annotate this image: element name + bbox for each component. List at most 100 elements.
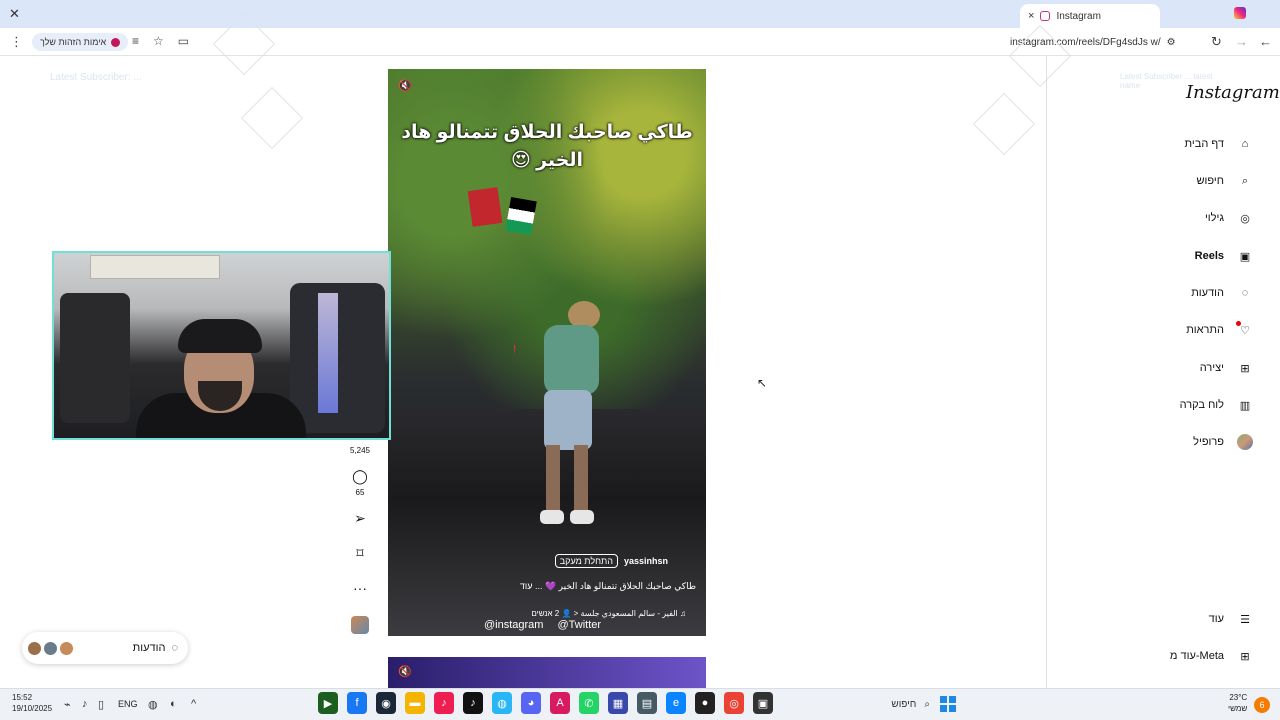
sidebar-item-more[interactable]: עוד ☰ [1209, 610, 1254, 628]
more-options-icon[interactable]: ··· [350, 580, 370, 596]
messages-pill[interactable]: ◌ הודעות [22, 632, 188, 664]
meta-apps-icon: ⊞ [1240, 650, 1250, 663]
like-count: 5,245 [349, 446, 371, 455]
reel-audio[interactable]: ♫ الفير - سالم المسعودي جلسة < 👤 2 אנשים [531, 609, 686, 618]
sidebar-item-dashboard[interactable]: לוח בקרה ▥ [1180, 396, 1254, 414]
sidebar-item-meta[interactable]: עוד מ-Meta ⊞ [1170, 647, 1254, 665]
cam-window [90, 255, 220, 279]
reel-description[interactable]: طاكي صاحبك الحلاق تتمنالو هاد الخير 💜 ..… [520, 581, 696, 592]
instagram-app-icon[interactable] [1234, 7, 1246, 19]
sidebar-item-explore[interactable]: גילוי ◎ [1205, 209, 1254, 227]
search-icon: ⌕ [924, 698, 930, 710]
back-button[interactable]: ← [1259, 34, 1272, 49]
sidepanel-icon[interactable]: ▭ [178, 34, 189, 48]
cam-light [318, 293, 338, 413]
close-window-button[interactable]: ✕ [9, 6, 20, 22]
comment-icon[interactable]: ◯ [350, 468, 370, 485]
messenger-icon: ◌ [1241, 287, 1249, 299]
chrome-app-icon[interactable]: ◎ [724, 692, 744, 714]
messenger-icon: ◌ [171, 642, 178, 654]
save-icon[interactable]: ⌑ [350, 545, 370, 562]
audio-thumbnail[interactable] [351, 616, 369, 634]
taskbar-apps: ▶ f ◉ ▬ ♪ ♪ ◍ ◕ A ✆ ▦ ▤ e ● ◎ ▣ [318, 692, 773, 714]
discord-app-icon[interactable]: ◕ [521, 692, 541, 714]
instagram-logo[interactable]: Instagram [1186, 82, 1280, 103]
username-link[interactable]: yassinhsn [624, 556, 668, 566]
sidebar-item-label: Reels [1194, 250, 1224, 262]
tray-app-icon[interactable]: ◐ [170, 698, 177, 710]
profile-dot-icon [111, 37, 121, 47]
tray-expand-icon[interactable]: ^ [191, 698, 196, 710]
sidebar-item-profile[interactable]: פרופיל [1193, 433, 1254, 451]
forward-button[interactable]: → [1235, 34, 1248, 49]
tiktok-app-icon[interactable]: ♪ [434, 692, 454, 714]
sidebar-item-label: חיפוש [1196, 175, 1224, 187]
mute-icon[interactable]: 🔇 [398, 79, 412, 92]
tiktok-live-app-icon[interactable]: ♪ [463, 692, 483, 714]
calculator-app-icon[interactable]: ▦ [608, 692, 628, 714]
tune-icon[interactable]: ⚙ [1167, 37, 1176, 48]
taskbar-clock[interactable]: 15:52 19/10/2025 [12, 692, 52, 714]
sidebar-item-home[interactable]: דף הבית ⌂ [1185, 135, 1254, 153]
reel-caption-overlay: طاكي صاحبك الحلاق تتمنالو هاد الخير 😍 [401, 122, 693, 171]
facebook-app-icon[interactable]: f [347, 692, 367, 714]
weather-desc: שמשי [1228, 704, 1248, 713]
sidebar-item-create[interactable]: יצירה ⊞ [1200, 359, 1254, 377]
tab-close-icon[interactable]: × [1028, 10, 1034, 22]
tray-mic-icon[interactable]: ◍ [148, 698, 158, 711]
avatar [59, 640, 74, 656]
reel-video[interactable]: طاكي صاحبك الحلاق تتمنالو هاد الخير 😍 🔇 … [388, 69, 706, 636]
sidebar-item-reels[interactable]: Reels ▣ [1195, 247, 1254, 265]
whatsapp-app-icon[interactable]: ✆ [579, 692, 599, 714]
terminal-app-icon[interactable]: ▶ [318, 692, 338, 714]
share-icon[interactable]: ➢ [350, 510, 370, 527]
browser-menu-button[interactable]: ⋮ [10, 34, 23, 50]
sidebar-item-label: דף הבית [1184, 138, 1224, 150]
extensions-icon[interactable]: ≡ [132, 34, 139, 48]
store-app-icon[interactable]: ▤ [637, 692, 657, 714]
edge-app-icon[interactable]: e [666, 692, 686, 714]
reload-button[interactable]: ↻ [1211, 34, 1222, 50]
mouse-cursor-icon: ↖ [757, 376, 768, 390]
tray-device-icon[interactable]: ▯ [98, 698, 104, 711]
taskbar-weather[interactable]: 23°C שמשי [1228, 692, 1247, 714]
twitter-handle: @Twitter [557, 619, 602, 631]
sidebar-item-label: התראות [1186, 324, 1224, 336]
folder-app-icon[interactable]: ▬ [405, 692, 425, 714]
heart-icon: ♡ [1236, 321, 1254, 339]
adobe-app-icon[interactable]: A [550, 692, 570, 714]
create-icon: ⊞ [1240, 362, 1250, 375]
bookmark-star-icon[interactable]: ☆ [153, 34, 164, 48]
verify-chip-label: אימות הזהות שלך [40, 37, 107, 47]
steam-app-icon[interactable]: ◉ [376, 692, 396, 714]
windows-start-icon[interactable] [940, 696, 956, 712]
tray-volume-icon[interactable]: ♪ [82, 698, 88, 710]
sidebar-item-messages[interactable]: הודעות ◌ [1191, 284, 1254, 302]
notification-badge[interactable]: 6 [1254, 697, 1270, 713]
browser-app-icon[interactable]: ◍ [492, 692, 512, 714]
sidebar-item-search[interactable]: חיפוש ⌕ [1197, 172, 1254, 190]
diamond-decoration [972, 92, 1036, 156]
capture-app-icon[interactable]: ▣ [753, 692, 773, 714]
tray-network-icon[interactable]: ⌁ [64, 698, 71, 711]
obs-app-icon[interactable]: ● [695, 692, 715, 714]
sidebar-item-label: גילוי [1204, 212, 1224, 224]
morocco-flag-icon [467, 187, 503, 227]
instagram-handle: @instagram [484, 619, 544, 631]
profile-avatar [1237, 434, 1253, 450]
mute-icon-next[interactable]: 🔇 [398, 665, 412, 678]
reel-author[interactable]: התחלת מעקב yassinhsn [554, 554, 668, 568]
language-indicator[interactable]: ENG [118, 699, 138, 709]
taskbar-search[interactable]: חיפוש ⌕ [790, 694, 930, 714]
sidebar-item-label: עוד מ-Meta [1169, 650, 1224, 662]
notification-dot [1236, 321, 1241, 326]
clock-date: 19/10/2025 [12, 704, 53, 713]
star-decoration [240, 86, 304, 150]
sidebar-item-notifications[interactable]: התראות ♡ [1186, 321, 1254, 339]
follow-button[interactable]: התחלת מעקב [554, 554, 618, 568]
tab-instagram[interactable]: × Instagram [1020, 4, 1160, 28]
stream-overlay-text: Latest Subscriber: ... [50, 72, 142, 83]
sidebar-item-label: עוד [1208, 613, 1224, 625]
verify-identity-chip[interactable]: אימות הזהות שלך [32, 33, 129, 51]
avatar [43, 640, 58, 656]
